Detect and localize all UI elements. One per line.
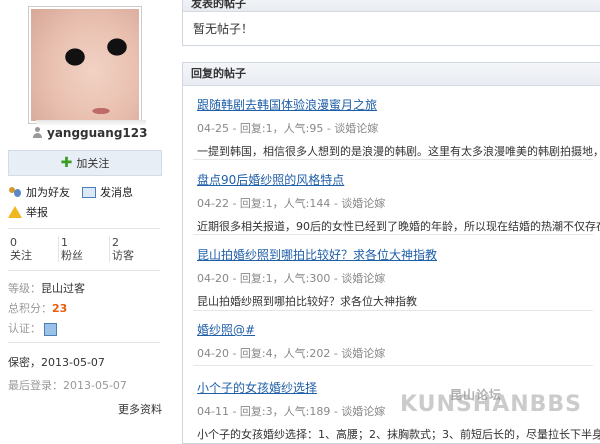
report-button[interactable]: 举报 [8,204,48,220]
warning-icon [8,206,22,218]
panel-title: 发表的帖子 [183,0,600,12]
post-excerpt: 近期很多相关报道，90后的女性已经到了晚婚的年龄，所以现在结婚的热潮不仅存在于 [197,220,600,233]
divider [193,310,593,311]
level-row: 等级：昆山过客 [8,280,85,296]
stat-value: 0 [10,236,17,249]
reply-posts-panel: 回复的帖子 跟随韩剧去韩国体验浪漫蜜月之旅 04-25 - 回复:1，人气:95… [182,62,600,444]
follow-button[interactable]: ✚ 加关注 [8,150,162,176]
profile-sidebar: yangguang123 ✚ 加关注 加为好友 发消息 举报 0 关注 1 粉丝… [0,0,170,437]
divider [193,234,593,235]
post-title-link[interactable]: 小个子的女孩婚纱选择 [197,381,317,395]
divider [193,159,593,160]
post-meta: 04-22 - 回复:1，人气:144 - 谈婚论嫁 [197,197,386,210]
stat-following[interactable]: 0 关注 [8,236,58,262]
divider [193,365,593,366]
username: yangguang123 [47,126,148,140]
divider [8,342,160,343]
post-meta: 04-25 - 回复:1，人气:95 - 谈婚论嫁 [197,122,379,135]
level-value: 昆山过客 [41,282,85,295]
post-meta: 04-20 - 回复:4，人气:202 - 谈婚论嫁 [197,347,386,360]
stat-value: 1 [61,236,68,249]
send-message-label: 发消息 [100,186,133,199]
post-meta: 04-20 - 回复:1，人气:300 - 谈婚论嫁 [197,272,386,285]
panel-title: 回复的帖子 [183,63,600,86]
stat-visitors[interactable]: 2 访客 [109,236,160,262]
divider [8,270,160,271]
secret-row: 保密，2013-05-07 [8,354,105,370]
message-icon [82,186,96,198]
secret-label: 保密， [8,356,41,369]
plus-icon: ✚ [60,155,73,171]
add-friend-label: 加为好友 [26,186,70,199]
main-content: 发表的帖子 暂无帖子！ 回复的帖子 跟随韩剧去韩国体验浪漫蜜月之旅 04-25 … [182,0,600,444]
verify-label: 认证： [8,322,41,335]
follow-label: 加关注 [76,157,110,170]
more-info-link[interactable]: 更多资料 [118,401,162,417]
list-item: 昆山拍婚纱照到哪拍比较好？求各位大神指教 04-20 - 回复:1，人气:300… [197,246,600,309]
send-message-button[interactable]: 发消息 [82,184,133,200]
avatar-image [31,9,139,121]
level-label: 等级： [8,282,41,295]
secret-date: 2013-05-07 [41,356,105,369]
points-label: 总积分： [8,302,52,315]
watermark-top: 昆山论坛 [450,388,503,402]
report-label: 举报 [26,206,48,219]
user-icon [32,127,43,139]
add-friend-icon [8,186,22,198]
avatar[interactable] [28,6,142,124]
sent-posts-panel: 发表的帖子 暂无帖子！ [182,0,600,46]
list-item: 跟随韩剧去韩国体验浪漫蜜月之旅 04-25 - 回复:1，人气:95 - 谈婚论… [197,96,600,159]
profile-stats: 0 关注 1 粉丝 2 访客 [8,236,160,262]
verify-badge-icon[interactable] [44,322,57,336]
add-friend-button[interactable]: 加为好友 [8,184,70,200]
list-item: 盘点90后婚纱照的风格特点 04-22 - 回复:1，人气:144 - 谈婚论嫁… [197,171,600,234]
post-excerpt: 一提到韩国，相信很多人想到的是浪漫的韩剧。这里有太多浪漫唯美的韩剧拍摄地，而这 [197,145,600,158]
list-item: 婚纱照@# 04-20 - 回复:4，人气:202 - 谈婚论嫁 [197,321,600,361]
post-title-link[interactable]: 盘点90后婚纱照的风格特点 [197,173,344,187]
points-row: 总积分：23 [8,300,67,316]
verify-row: 认证： [8,320,57,336]
post-title-link[interactable]: 跟随韩剧去韩国体验浪漫蜜月之旅 [197,98,377,112]
last-login-label: 最后登录： [8,379,63,392]
stat-label: 粉丝 [61,249,83,262]
last-login-date: 2013-05-07 [63,379,127,392]
stat-fans[interactable]: 1 粉丝 [58,236,109,262]
username-row: yangguang123 [32,126,147,140]
post-excerpt: 小个子的女孩婚纱选择：1、高腰；2、抹胸款式；3、前短后长的，尽量拉长下半身的身 [197,428,600,441]
stat-label: 关注 [10,249,32,262]
last-login-row: 最后登录：2013-05-07 [8,377,127,393]
empty-message: 暂无帖子！ [193,22,254,36]
divider [8,228,160,229]
post-excerpt: 昆山拍婚纱照到哪拍比较好？求各位大神指教 [197,295,417,308]
forum-watermark: 昆山论坛 KUNSHANBBS [400,388,582,417]
stat-value: 2 [112,236,119,249]
stat-label: 访客 [112,249,134,262]
post-title-link[interactable]: 婚纱照@# [197,323,255,337]
post-title-link[interactable]: 昆山拍婚纱照到哪拍比较好？求各位大神指教 [197,248,437,262]
points-value: 23 [52,302,68,315]
